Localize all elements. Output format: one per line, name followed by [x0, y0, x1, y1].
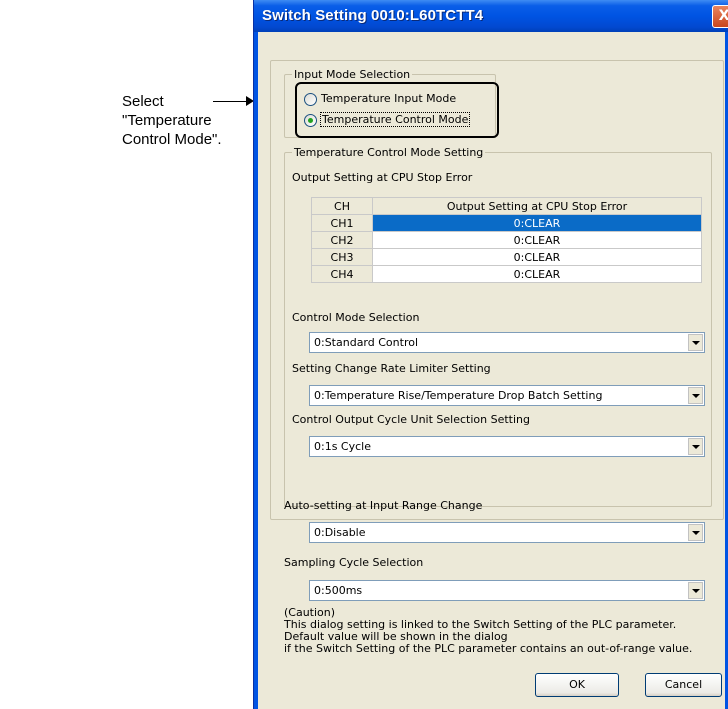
radio-button[interactable] — [304, 93, 317, 106]
table-row[interactable]: CH3 0:CLEAR — [311, 248, 702, 266]
title-bar[interactable]: Switch Setting 0010:L60TCTT4 X — [254, 0, 728, 32]
dialog-body: Input Mode Selection Temperature Input M… — [258, 32, 725, 709]
auto-setting-label: Auto-setting at Input Range Change — [284, 499, 483, 512]
table-cell-ch: CH2 — [311, 231, 373, 249]
sampling-value: 0:500ms — [314, 584, 363, 597]
caution-text: (Caution) This dialog setting is linked … — [284, 607, 692, 655]
table-cell-ch: CH4 — [311, 265, 373, 283]
rate-limiter-value: 0:Temperature Rise/Temperature Drop Batc… — [314, 389, 603, 402]
table-header-row: CH Output Setting at CPU Stop Error — [311, 197, 702, 215]
sampling-label: Sampling Cycle Selection — [284, 556, 424, 569]
control-mode-label: Control Mode Selection — [292, 311, 420, 324]
auto-setting-value: 0:Disable — [314, 526, 366, 539]
cycle-unit-value: 0:1s Cycle — [314, 440, 371, 453]
chevron-down-icon[interactable] — [688, 438, 703, 455]
chevron-down-icon[interactable] — [688, 334, 703, 351]
chevron-down-icon[interactable] — [688, 387, 703, 404]
output-setting-label: Output Setting at CPU Stop Error — [292, 171, 473, 184]
close-button[interactable]: X — [712, 5, 728, 28]
table-cell-ch: CH1 — [311, 214, 373, 232]
ok-button[interactable]: OK — [535, 673, 619, 697]
table-row[interactable]: CH1 0:CLEAR — [311, 214, 702, 232]
radio-label: Temperature Control Mode — [319, 112, 471, 127]
auto-setting-select[interactable]: 0:Disable — [309, 522, 705, 543]
output-setting-table: CH Output Setting at CPU Stop Error CH1 … — [311, 197, 702, 283]
rate-limiter-select[interactable]: 0:Temperature Rise/Temperature Drop Batc… — [309, 385, 705, 406]
close-icon: X — [719, 8, 728, 24]
switch-setting-dialog: Switch Setting 0010:L60TCTT4 X Input Mod… — [253, 0, 728, 709]
chevron-down-icon[interactable] — [688, 524, 703, 541]
table-cell-value[interactable]: 0:CLEAR — [372, 214, 702, 232]
table-cell-value[interactable]: 0:CLEAR — [372, 248, 702, 266]
cancel-button[interactable]: Cancel — [645, 673, 722, 697]
annotation-highlight-box — [295, 82, 499, 138]
table-cell-ch: CH3 — [311, 248, 373, 266]
column-header-output-setting: Output Setting at CPU Stop Error — [372, 197, 702, 215]
cycle-unit-select[interactable]: 0:1s Cycle — [309, 436, 705, 457]
window-title: Switch Setting 0010:L60TCTT4 — [262, 7, 484, 24]
radio-label: Temperature Input Mode — [321, 92, 457, 105]
control-mode-select[interactable]: 0:Standard Control — [309, 332, 705, 353]
table-row[interactable]: CH4 0:CLEAR — [311, 265, 702, 283]
temperature-control-mode-legend: Temperature Control Mode Setting — [292, 146, 486, 159]
table-cell-value[interactable]: 0:CLEAR — [372, 231, 702, 249]
input-mode-legend: Input Mode Selection — [292, 68, 413, 81]
annotation-arrow — [213, 96, 254, 106]
table-row[interactable]: CH2 0:CLEAR — [311, 231, 702, 249]
column-header-ch: CH — [311, 197, 373, 215]
table-cell-value[interactable]: 0:CLEAR — [372, 265, 702, 283]
cycle-unit-label: Control Output Cycle Unit Selection Sett… — [292, 413, 530, 426]
rate-limiter-label: Setting Change Rate Limiter Setting — [292, 362, 491, 375]
chevron-down-icon[interactable] — [688, 582, 703, 599]
sampling-select[interactable]: 0:500ms — [309, 580, 705, 601]
control-mode-value: 0:Standard Control — [314, 336, 419, 349]
radio-button-selected[interactable] — [304, 114, 317, 127]
caution-line: if the Switch Setting of the PLC paramet… — [284, 642, 693, 655]
